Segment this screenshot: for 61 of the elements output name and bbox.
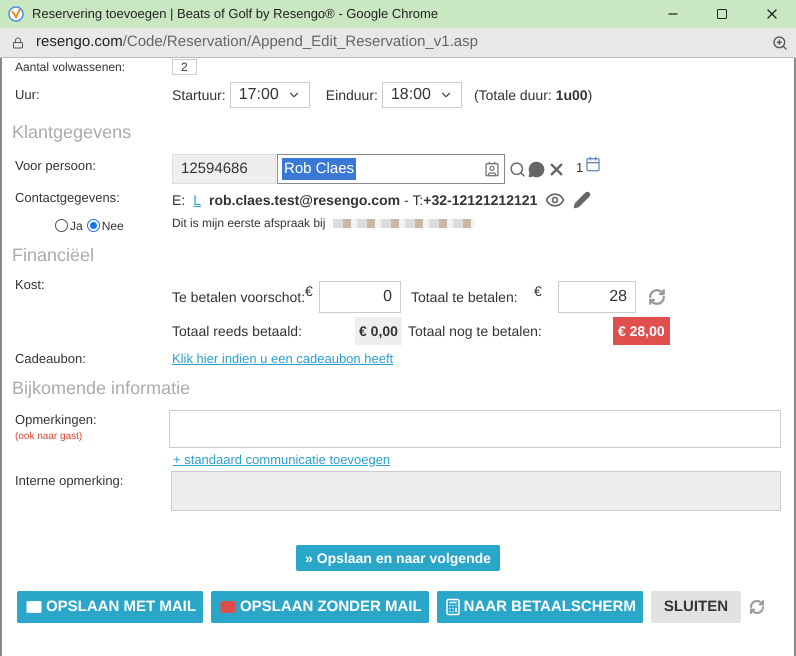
field-label: Einduur:: [326, 86, 378, 104]
save-button[interactable]: NAAR BETAALSCHERM: [436, 591, 643, 623]
radio-button[interactable]: [55, 219, 68, 232]
url-text[interactable]: resengo.com/Code/Reservation/Append_Edit_Reservation_v1.asp: [36, 31, 772, 54]
customer-id-field: 12594686: [172, 154, 276, 184]
search-icon[interactable]: [509, 160, 526, 178]
window-title: Reservering toevoegen | Beats of Golf by Resengo® - Google Chrome: [32, 5, 440, 24]
email-prefix: E:: [172, 190, 186, 210]
field-label: Kost:: [15, 276, 46, 294]
lock-icon: [12, 36, 24, 48]
refresh-icon[interactable]: [648, 288, 666, 306]
pencil-icon[interactable]: [573, 191, 592, 209]
zoom-icon[interactable]: [772, 34, 788, 50]
radio-label: Nee: [102, 218, 124, 235]
section-heading: Bijkomende informatie: [12, 376, 192, 400]
field-label: Contactgegevens:: [15, 189, 121, 207]
radio-label: Ja: [70, 218, 83, 235]
add-communication-link[interactable]: + standaard communicatie toevoegen: [173, 450, 781, 469]
app-logo-icon: [8, 6, 24, 22]
field-label: Aantal volwassenen:: [15, 59, 126, 75]
field-label: Voor persoon:: [15, 157, 97, 175]
paid-amount: € 0,00: [355, 317, 402, 345]
end-time-select[interactable]: 18:00: [382, 82, 462, 108]
currency-symbol: €: [534, 282, 543, 301]
close-button[interactable]: SLUITEN: [650, 591, 742, 623]
field-label: Interne opmerking:: [15, 472, 124, 490]
email-text: rob.claes.test@resengo.com: [209, 190, 400, 210]
currency-symbol: €: [305, 282, 314, 301]
save-button[interactable]: OPSLAAN MET MAIL: [17, 591, 203, 623]
voucher-link[interactable]: Klik hier indien u een cadeaubon heeft: [172, 349, 394, 368]
field-label: Te betalen voorschot:: [172, 288, 305, 306]
calendar-icon[interactable]: [585, 156, 602, 172]
field-label: Totaal te betalen:: [411, 288, 519, 306]
customer-name-field[interactable]: Rob Claes: [277, 154, 505, 184]
start-time-select[interactable]: 17:00: [230, 82, 310, 108]
contact-card-icon: [484, 161, 500, 177]
field-label: Opmerkingen:: [15, 410, 98, 429]
field-label: Uur:: [15, 86, 41, 104]
email-link[interactable]: L: [193, 190, 202, 210]
save-button[interactable]: OPSLAAN ZONDER MAIL: [211, 591, 429, 623]
total-input[interactable]: 28: [558, 281, 636, 313]
deposit-input[interactable]: 0: [319, 281, 401, 313]
maximize-icon[interactable]: [716, 8, 728, 20]
duration-text: (Totale duur: 1u00): [474, 86, 592, 105]
phone-text: - T:+32-12121212121: [404, 190, 538, 210]
visit-count: 1: [576, 159, 584, 177]
save-next-button[interactable]: » Opslaan en naar volgende: [296, 545, 500, 571]
section-heading: Klantgegevens: [12, 121, 132, 144]
field-label: Totaal nog te betalen:: [408, 322, 543, 341]
first-visit-text: Dit is mijn eerste afspraak bij: [172, 215, 326, 232]
speech-bubble-icon[interactable]: [528, 160, 545, 178]
section-heading: Financiëel: [12, 244, 96, 267]
radio-button[interactable]: [86, 219, 100, 232]
field-label: Startuur:: [172, 86, 226, 104]
field-label: Cadeaubon:: [15, 350, 87, 368]
cash-register-icon: [444, 598, 462, 616]
field-label: Totaal reeds betaald:: [172, 322, 303, 340]
adults-select[interactable]: 2: [172, 59, 197, 75]
refresh-icon[interactable]: [749, 599, 766, 615]
remarks-note: (ook naar gast): [15, 430, 84, 444]
due-amount: € 28,00: [612, 317, 670, 345]
